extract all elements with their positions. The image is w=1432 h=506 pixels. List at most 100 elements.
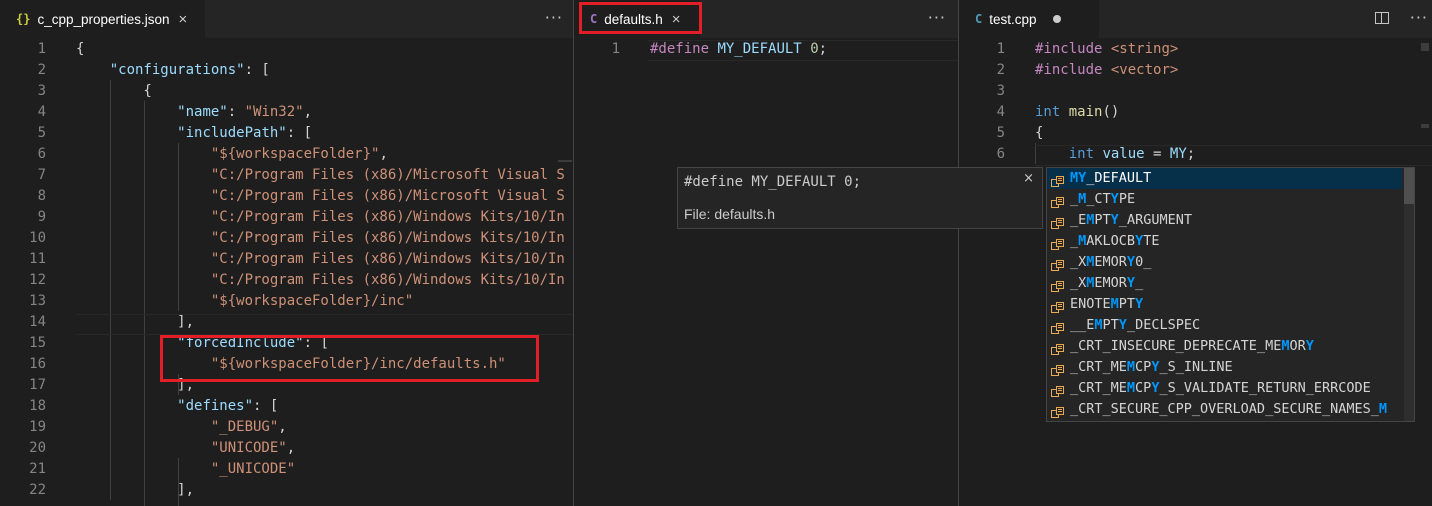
code-line[interactable]: 4 "name": "Win32", [0,102,573,123]
code-line[interactable]: 4 int main() [959,102,1432,123]
line-number: 3 [996,83,1005,99]
suggestion-item[interactable]: __EMPTY_DECLSPEC [1047,315,1402,336]
code-token: "configurations" [109,62,245,78]
scrollbar[interactable] [1404,168,1414,421]
code-line[interactable]: 21 "_UNICODE" [0,459,573,480]
suggestion-item[interactable]: MY_DEFAULT [1047,168,1402,189]
code-text: #define MY_DEFAULT 0; [650,39,827,60]
code-editor[interactable]: 1 #define MY_DEFAULT 0; [574,38,958,506]
code-line[interactable]: 6 int value = MY; [959,144,1432,165]
line-number: 2 [37,62,46,78]
suggestion-label: _CRT_MEMCPY_S_VALIDATE_RETURN_ERRCODE [1070,378,1371,399]
more-actions-icon[interactable]: ··· [1410,8,1428,27]
suggestion-item[interactable]: _CRT_MEMCPY_S_INLINE [1047,357,1402,378]
code-line[interactable]: 19 "_DEBUG", [0,417,573,438]
line-number: 10 [29,230,46,246]
code-line[interactable]: 8 "C:/Program Files (x86)/Microsoft Visu… [0,186,573,207]
code-line[interactable]: 9 "C:/Program Files (x86)/Windows Kits/1… [0,207,573,228]
code-line[interactable]: 11 "C:/Program Files (x86)/Windows Kits/… [0,249,573,270]
code-line[interactable]: 7 "C:/Program Files (x86)/Microsoft Visu… [0,165,573,186]
code-text: { [76,39,84,60]
line-number: 2 [996,62,1005,78]
code-token: "_UNICODE" [210,461,296,477]
code-text: #include <string> [1035,39,1178,60]
close-icon[interactable]: × [179,11,188,28]
code-line[interactable]: 5 "includePath": [ [0,123,573,144]
suggestion-list[interactable]: _CRT_SECURE_CPP_OVERLOAD_SECURE_NAMES_M _… [1046,167,1415,422]
code-line[interactable]: 14 ], [0,312,573,333]
code-line[interactable]: 20 "UNICODE", [0,438,573,459]
suggestion-segment: ENOTE [1070,296,1111,312]
close-icon[interactable]: × [1023,171,1034,186]
suggestion-label: __EMPTY_DECLSPEC [1070,315,1200,336]
more-actions-icon[interactable]: ··· [928,8,946,27]
code-token: 0 [810,41,819,57]
json-icon: {} [16,12,31,26]
tab-bar: {} c_cpp_properties.json × ··· [0,0,573,38]
code-line[interactable]: 13 "${workspaceFolder}/inc" [0,291,573,312]
line-number: 21 [29,461,46,477]
suggestion-item[interactable]: _CRT_INSECURE_DEPRECATE_MEMORY [1047,336,1402,357]
suggestion-item[interactable]: ENOTEMPTY [1047,294,1402,315]
code-line[interactable]: 1{ [0,39,573,60]
code-line[interactable]: 2 "configurations": [ [0,60,573,81]
line-number: 3 [37,83,46,99]
macro-icon [1051,404,1064,418]
code-token: = [1144,146,1170,162]
split-editor-icon[interactable] [1375,12,1389,24]
suggestion-item[interactable]: _MAKLOCBYTE [1047,231,1402,252]
suggestion-segment: Y [1110,191,1119,207]
code-token: "defines" [177,398,254,414]
code-line[interactable]: 10 "C:/Program Files (x86)/Windows Kits/… [0,228,573,249]
suggestion-segment: _CRT_SECURE_CPP_OVERLOAD_SECURE_NAMES_ [1070,401,1379,417]
tab-test-cpp[interactable]: C test.cpp [959,0,1099,38]
highlight-box-forced-include [160,335,539,382]
code-editor[interactable]: 1{2 "configurations": [3 {4 "name": "Win… [0,38,573,506]
code-token: <vector> [1110,62,1179,78]
code-line[interactable]: 2 #include <vector> [959,60,1432,81]
cpp-file-icon: C [975,12,983,26]
suggestion-label: _CRT_SECURE_CPP_OVERLOAD_SECURE_NAMES_M [1070,399,1387,420]
code-token: "Win32" [244,104,304,120]
code-token: , [303,104,313,120]
unsaved-dot-icon[interactable] [1052,15,1061,23]
line-number: 1 [37,41,46,57]
line-number: 20 [29,440,46,456]
code-token: "name" [177,104,228,120]
code-token: ; [818,41,828,57]
macro-icon [1051,215,1064,229]
code-token: , [379,146,388,162]
suggestion-segment: AKLOCB [1086,233,1136,249]
editor-group-1: {} c_cpp_properties.json × ··· 1{2 "conf… [0,0,573,506]
suggestion-item[interactable]: _EMPTY_ARGUMENT [1047,210,1402,231]
suggestion-item[interactable]: _CRT_SECURE_CPP_OVERLOAD_SECURE_NAMES_M [1047,399,1402,420]
code-token: int [1035,104,1061,120]
suggestion-segment: PT [1102,317,1119,333]
suggestion-segment: _ [1070,191,1079,207]
code-line[interactable]: 6 "${workspaceFolder}", [0,144,573,165]
suggestion-segment: _CRT_INSECURE_DEPRECATE_ME [1070,338,1282,354]
suggestion-segment: MY [1070,170,1087,186]
suggestion-item[interactable]: _M_CTYPE [1047,189,1402,210]
code-line[interactable]: 22 ], [0,480,573,501]
more-actions-icon[interactable]: ··· [545,8,563,27]
suggestion-item[interactable]: _XMEMORY_ [1047,273,1402,294]
code-line[interactable]: 1 #include <string> [959,39,1432,60]
code-line[interactable]: 18 "defines": [ [0,396,573,417]
tab-c-cpp-properties[interactable]: {} c_cpp_properties.json × [0,0,205,38]
code-line[interactable]: 3 [959,81,1432,102]
suggestion-item[interactable]: _XMEMORY0_ [1047,252,1402,273]
code-line[interactable]: 12 "C:/Program Files (x86)/Windows Kits/… [0,270,573,291]
code-line[interactable]: 1 #define MY_DEFAULT 0; [574,39,958,60]
scrollbar-thumb[interactable] [1404,168,1414,204]
suggestion-item[interactable]: _CRT_MEMCPY_S_VALIDATE_RETURN_ERRCODE [1047,378,1402,399]
code-line[interactable]: 3 { [0,81,573,102]
suggestion-segment: CP [1135,359,1152,375]
code-line[interactable]: 5{ [959,123,1432,144]
line-number: 4 [37,104,46,120]
